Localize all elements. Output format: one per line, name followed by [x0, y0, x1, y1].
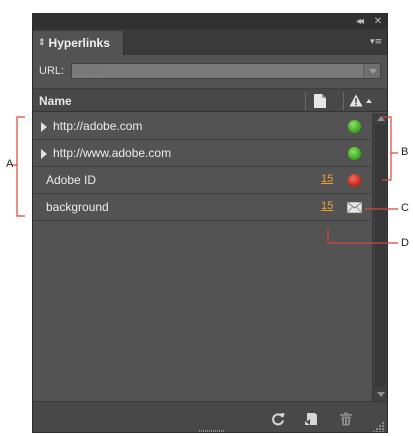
page-number-link[interactable]: 15	[321, 200, 333, 212]
expand-arrow-icon[interactable]	[41, 149, 47, 159]
refresh-icon[interactable]	[271, 412, 285, 426]
close-panel-button[interactable]: ✕	[371, 14, 385, 29]
list-header: Name	[33, 88, 387, 112]
status-ok-icon	[348, 147, 361, 160]
collapse-panel-button[interactable]: ◂◂	[351, 14, 367, 29]
panel-bottom-bar	[33, 401, 387, 433]
trash-icon[interactable]	[339, 412, 353, 426]
hyperlink-name: background	[46, 200, 109, 214]
url-field[interactable]	[71, 63, 381, 79]
status-ok-icon	[348, 120, 361, 133]
expand-arrow-icon[interactable]	[41, 122, 47, 132]
page-number-link[interactable]: 15	[321, 173, 333, 185]
callout-label-d: D	[401, 237, 409, 249]
header-divider	[343, 92, 344, 110]
hyperlink-name: http://adobe.com	[53, 119, 143, 133]
list-item[interactable]: background 15	[33, 194, 371, 221]
header-divider	[305, 92, 306, 110]
list-item[interactable]: http://www.adobe.com	[33, 140, 371, 167]
mail-icon	[347, 202, 362, 213]
url-dropdown-button[interactable]	[363, 64, 380, 78]
new-link-icon[interactable]	[305, 412, 319, 426]
url-label: URL:	[39, 65, 65, 77]
panel-title-bar: ◂◂ ✕	[33, 14, 387, 29]
hyperlink-name: Adobe ID	[46, 173, 97, 187]
url-row: URL:	[33, 61, 387, 83]
callout-label-b: B	[401, 146, 409, 158]
hyperlinks-list: http://adobe.com http://www.adobe.com Ad…	[33, 113, 371, 401]
callout-a-bracket	[16, 116, 25, 217]
vertical-scrollbar[interactable]	[372, 113, 387, 401]
hyperlinks-panel: ◂◂ ✕ ⇕ Hyperlinks ▾≡ URL: Name	[32, 13, 388, 433]
callout-label-c: C	[401, 202, 409, 214]
tab-hyperlinks[interactable]: ⇕ Hyperlinks	[33, 31, 124, 55]
page-icon[interactable]	[313, 93, 327, 109]
status-error-icon	[348, 174, 361, 187]
panel-drag-handle[interactable]	[199, 430, 225, 432]
warning-icon[interactable]	[349, 94, 363, 107]
tab-label: Hyperlinks	[48, 36, 110, 50]
scroll-track[interactable]	[375, 125, 386, 387]
panel-tab-bar: ⇕ Hyperlinks	[33, 29, 387, 55]
resize-grip-icon[interactable]	[373, 421, 385, 433]
tab-expand-arrows-icon: ⇕	[38, 37, 46, 48]
url-input[interactable]	[72, 64, 364, 78]
panel-menu-button[interactable]: ▾≡	[367, 36, 385, 48]
column-header-name[interactable]: Name	[39, 94, 72, 108]
scroll-up-arrow-icon[interactable]	[377, 116, 385, 121]
hyperlink-name: http://www.adobe.com	[53, 146, 172, 160]
sort-ascending-icon[interactable]	[366, 99, 372, 103]
list-item[interactable]: http://adobe.com	[33, 113, 371, 140]
scroll-down-arrow-icon[interactable]	[377, 392, 385, 397]
callout-label-a: A	[6, 158, 14, 170]
list-item[interactable]: Adobe ID 15	[33, 167, 371, 194]
